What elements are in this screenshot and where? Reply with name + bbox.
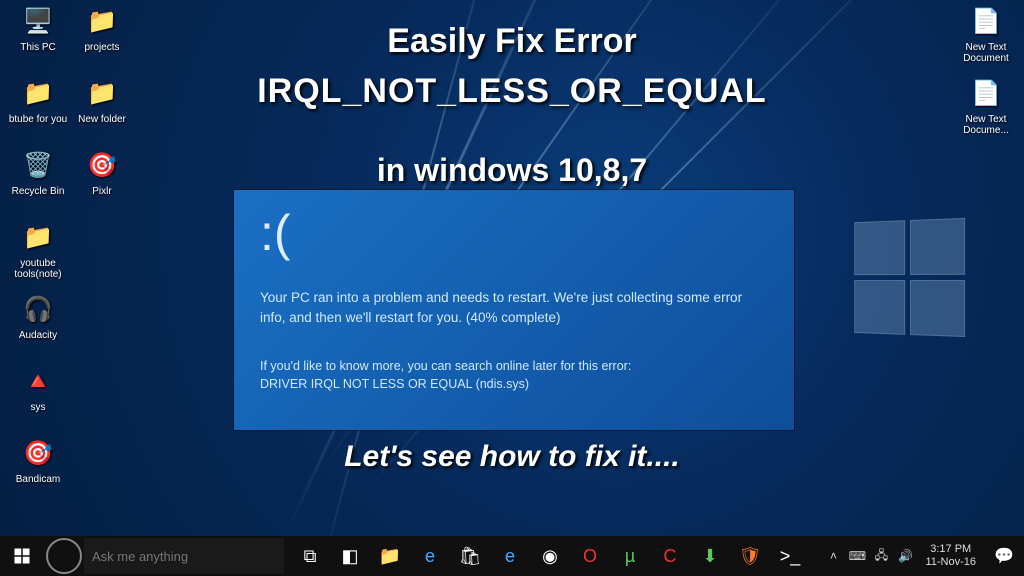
software-center-icon[interactable]: ◧ (330, 536, 370, 576)
desktop-icon[interactable]: 📁youtube tools(note) (6, 220, 70, 290)
video-title-line1: Easily Fix Error (0, 22, 1024, 61)
clock-time: 3:17 PM (925, 543, 976, 556)
video-title-line3: in windows 10,8,7 (0, 152, 1024, 189)
bsod-face-icon: :( (260, 208, 768, 258)
brave-browser-icon[interactable]: 🛡 (730, 536, 770, 576)
bsod-message: Your PC ran into a problem and needs to … (260, 288, 768, 329)
network-icon[interactable]: 🖧 (869, 546, 893, 567)
utorrent-icon[interactable]: µ (610, 536, 650, 576)
taskbar-clock[interactable]: 3:17 PM 11-Nov-16 (917, 543, 984, 569)
video-title-line4: Let's see how to fix it.... (0, 440, 1024, 474)
action-center-button[interactable]: 💬 (984, 546, 1024, 566)
desktop-icon-label: Audacity (19, 330, 57, 341)
clock-date: 11-Nov-16 (925, 556, 976, 569)
ccleaner-icon[interactable]: C (650, 536, 690, 576)
bsod-more-line2: DRIVER IRQL NOT LESS OR EQUAL (ndis.sys) (260, 375, 768, 394)
edge-browser-icon[interactable]: e (410, 536, 450, 576)
desktop-icon[interactable]: 🔺 sys (6, 364, 70, 434)
terminal-icon[interactable]: >_ (770, 536, 810, 576)
language-icon[interactable]: ⌨ (845, 549, 869, 563)
chrome-browser-icon[interactable]: ◉ (530, 536, 570, 576)
desktop-icon[interactable]: 🎧 Audacity (6, 292, 70, 362)
volume-icon[interactable]: 🔊 (893, 549, 917, 563)
desktop-icon-label: New folder (78, 114, 126, 125)
cortana-icon[interactable] (46, 538, 82, 574)
tray-up-icon[interactable]: ˄ (821, 549, 845, 563)
desktop-icon-label: New Text Docume... (955, 114, 1017, 136)
store-icon[interactable]: 🛍 (450, 536, 490, 576)
desktop-icon-label: sys (31, 402, 46, 413)
windows-logo (854, 218, 970, 343)
taskbar: ⧉◧📁e🛍e◉OµC⬇🛡>_ ˄⌨🖧🔊 3:17 PM 11-Nov-16 💬 (0, 536, 1024, 576)
file-explorer-icon[interactable]: 📁 (370, 536, 410, 576)
opera-browser-icon[interactable]: O (570, 536, 610, 576)
idm-icon[interactable]: ⬇ (690, 536, 730, 576)
sys-icon: 🔺 (20, 364, 56, 400)
desktop-icon-label: youtube tools(note) (7, 258, 69, 280)
video-title-line2: IRQL_NOT_LESS_OR_EQUAL (0, 72, 1024, 111)
taskbar-pinned-apps: ⧉◧📁e🛍e◉OµC⬇🛡>_ (290, 536, 810, 576)
bsod-more-info: If you'd like to know more, you can sear… (260, 357, 768, 395)
desktop-icon-label: Bandicam (16, 474, 60, 485)
search-input[interactable] (84, 538, 284, 574)
bsod-more-line1: If you'd like to know more, you can sear… (260, 357, 768, 376)
ie-browser-icon[interactable]: e (490, 536, 530, 576)
desktop-icon-label: btube for you (9, 114, 67, 125)
audacity-icon: 🎧 (20, 292, 56, 328)
task-view-icon[interactable]: ⧉ (290, 536, 330, 576)
bsod-window: :( Your PC ran into a problem and needs … (234, 190, 794, 430)
start-button[interactable] (0, 536, 44, 576)
system-tray: ˄⌨🖧🔊 (821, 546, 917, 567)
youtube-tools-note--icon: 📁 (20, 220, 56, 256)
